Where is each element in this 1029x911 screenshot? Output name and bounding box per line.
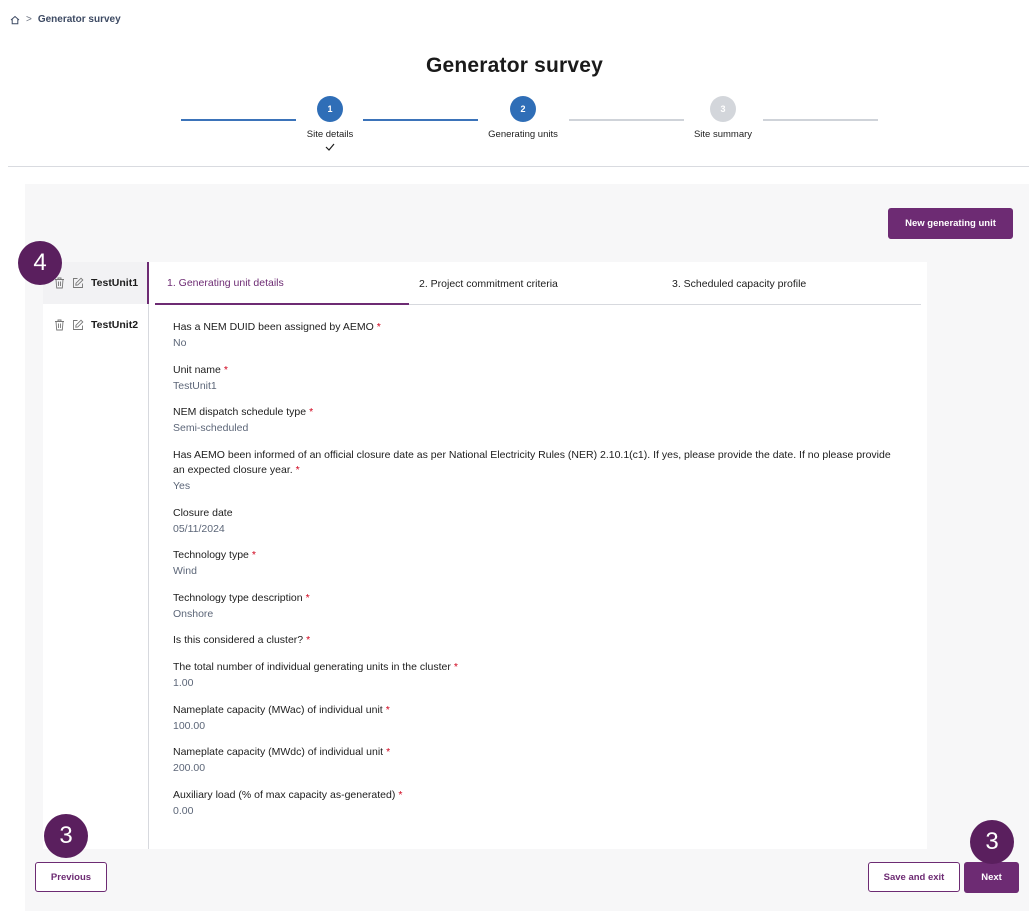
field-label: Is this considered a cluster? [173,634,304,646]
field-value: Yes [173,480,191,492]
field-label: Auxiliary load (% of max capacity as-gen… [173,789,396,801]
step-label: Site summary [693,129,753,140]
field-value: Onshore [173,608,214,620]
chevron-right-icon: > [26,14,32,25]
step-generating-units[interactable]: 2 Generating units [453,96,593,140]
unit-name: TestUnit2 [91,319,139,331]
step-number: 1 [317,96,343,122]
field-label: Closure date [173,507,233,519]
required-marker: * [295,464,300,476]
breadcrumb-current: Generator survey [37,14,121,25]
field-label: Nameplate capacity (MWac) of individual … [173,704,383,716]
field-nameplate-mwac: Nameplate capacity (MWac) of individual … [173,703,893,734]
field-label: The total number of individual generatin… [173,661,451,673]
required-marker: * [305,592,310,604]
save-and-exit-button[interactable]: Save and exit [868,862,960,892]
field-label: Nameplate capacity (MWdc) of individual … [173,746,384,758]
step-label: Site details [306,129,354,140]
step-number: 3 [710,96,736,122]
field-value: Semi-scheduled [173,422,249,434]
checkmark-icon [260,143,400,151]
required-marker: * [223,364,228,376]
field-closure-informed: Has AEMO been informed of an official cl… [173,448,893,494]
required-marker: * [251,549,256,561]
edit-icon[interactable] [72,277,84,289]
field-label: Has AEMO been informed of an official cl… [173,449,891,476]
step-site-summary[interactable]: 3 Site summary [653,96,793,140]
field-value: No [173,337,187,349]
field-label: Has a NEM DUID been assigned by AEMO [173,321,374,333]
annotation-badge-next: 3 [970,820,1014,864]
unit-item-testunit2[interactable]: TestUnit2 [43,304,148,346]
required-marker: * [309,406,314,418]
required-marker: * [398,789,403,801]
field-technology-type: Technology type * Wind [173,548,893,579]
field-cluster-unit-count: The total number of individual generatin… [173,660,893,691]
annotation-badge-previous: 3 [44,814,88,858]
field-label: Technology type [173,549,249,561]
field-label: NEM dispatch schedule type [173,406,307,418]
header-divider [8,166,1029,167]
required-marker: * [376,321,381,333]
field-value: 0.00 [173,805,194,817]
step-label: Generating units [488,129,558,140]
next-button[interactable]: Next [964,862,1019,893]
tab-generating-unit-details[interactable]: 1. Generating unit details [155,262,409,305]
field-unit-name: Unit name * TestUnit1 [173,363,893,394]
field-value: 100.00 [173,720,206,732]
field-nem-duid: Has a NEM DUID been assigned by AEMO * No [173,320,893,351]
trash-icon[interactable] [54,319,65,331]
field-label: Technology type description [173,592,303,604]
field-dispatch-schedule-type: NEM dispatch schedule type * Semi-schedul… [173,405,893,436]
edit-icon[interactable] [72,319,84,331]
page-title: Generator survey [425,54,604,77]
field-technology-description: Technology type description * Onshore [173,591,893,622]
step-site-details[interactable]: 1 Site details [260,96,400,151]
tab-project-commitment-criteria[interactable]: 2. Project commitment criteria [419,262,558,305]
field-value: Wind [173,565,197,577]
annotation-badge-unit-list: 4 [18,241,62,285]
field-nameplate-mwdc: Nameplate capacity (MWdc) of individual … [173,745,893,776]
trash-icon[interactable] [54,277,65,289]
required-marker: * [385,704,390,716]
field-auxiliary-load: Auxiliary load (% of max capacity as-gen… [173,788,893,819]
field-cluster: Is this considered a cluster? * [173,633,893,649]
breadcrumb: > Generator survey [10,14,121,25]
new-generating-unit-button[interactable]: New generating unit [888,208,1013,239]
unit-list: TestUnit1 TestUnit2 [43,262,149,849]
required-marker: * [386,746,391,758]
field-value: 05/11/2024 [173,523,225,535]
unit-name: TestUnit1 [91,277,139,289]
field-value: 1.00 [173,677,194,689]
tab-scheduled-capacity-profile[interactable]: 3. Scheduled capacity profile [672,262,806,305]
progress-stepper: 1 Site details 2 Generating units 3 Site… [0,92,1029,152]
required-marker: * [453,661,458,673]
field-closure-date: Closure date 05/11/2024 [173,506,893,537]
home-icon[interactable] [10,15,20,25]
step-number: 2 [510,96,536,122]
field-value: 200.00 [173,762,206,774]
required-marker: * [306,634,311,646]
field-label: Unit name [173,364,221,376]
previous-button[interactable]: Previous [35,862,107,892]
unit-tabs: 1. Generating unit details 2. Project co… [155,262,921,305]
field-value: TestUnit1 [173,380,217,392]
